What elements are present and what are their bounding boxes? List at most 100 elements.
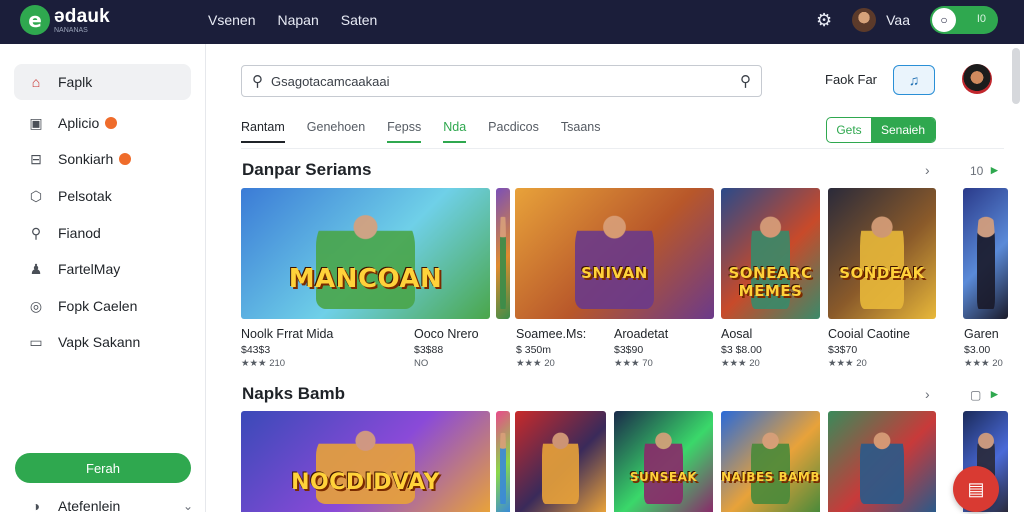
status-toggle[interactable]: ○ I0 <box>930 6 998 34</box>
page-indicator: 10 <box>970 164 984 178</box>
segment-right[interactable]: Senaieh <box>871 118 935 142</box>
search-input[interactable] <box>271 73 740 89</box>
game-title: Soamee.Ms: <box>516 327 587 341</box>
game-artwork[interactable] <box>963 188 1008 319</box>
game-card[interactable]: MANCOAN <box>241 188 490 319</box>
sidebar-item[interactable]: ▭ Vapk Sakann <box>14 324 191 360</box>
sidebar: ⌂ Faplk ▣ Aplicio ⊟ Sonkiarh ⬡ Pelsotak … <box>0 44 206 514</box>
top-right: ⚙ Vaa ○ I0 <box>816 6 998 34</box>
game-artwork[interactable] <box>515 411 606 512</box>
sidebar-primary-button[interactable]: Ferah <box>15 453 191 483</box>
game-card[interactable]: SNIVAN <box>515 188 714 319</box>
divider <box>241 148 1004 149</box>
user-name[interactable]: Vaa <box>886 12 910 28</box>
game-artwork[interactable]: SUNSEAK <box>614 411 713 512</box>
chevron-right-icon[interactable]: › <box>925 162 930 178</box>
game-artwork[interactable]: SONDEAK <box>828 188 936 319</box>
tab[interactable]: Fepss <box>387 120 422 143</box>
sidebar-item-label: Pelsotak <box>58 188 112 204</box>
game-artwork[interactable]: SONEARC MEMES <box>721 188 820 319</box>
game-artwork[interactable]: SNIVAN <box>515 188 714 319</box>
game-card-info[interactable]: Cooial Caotine $3$70 ★★★ 20 <box>828 319 936 369</box>
brand-title: ədauk <box>54 5 110 27</box>
sidebar-item[interactable]: ◎ Fopk Caelen <box>14 288 191 324</box>
sidebar-item[interactable]: ⌂ Faplk <box>14 64 191 100</box>
top-nav: Vsenen Napan Saten <box>208 12 377 28</box>
game-rating: ★★★ 20 <box>964 358 1003 369</box>
header-link[interactable]: Faok Far <box>825 72 877 87</box>
game-card-info[interactable]: Soamee.Ms: $ 350m ★★★ 20 <box>516 319 606 369</box>
game-card[interactable]: SUNSEAK <box>614 411 713 512</box>
sidebar-item[interactable]: ♟ FartelMay <box>14 251 191 287</box>
window-icon: ▭ <box>29 333 43 350</box>
top-nav-item[interactable]: Napan <box>277 12 318 28</box>
notification-bell-button[interactable]: ♫ <box>893 65 935 95</box>
chevron-right-icon[interactable]: › <box>925 386 930 402</box>
game-card-info[interactable]: Aosal $3 $8.00 ★★★ 20 <box>721 319 811 369</box>
tab[interactable]: Pacdicos <box>488 120 539 143</box>
game-title: Garen <box>964 327 999 341</box>
section-title: Napks Bamb <box>242 384 345 403</box>
top-bar: e ədauk NANANAS Vsenen Napan Saten ⚙ Vaa… <box>0 0 1024 44</box>
game-card-info[interactable]: Garen $3.00 ★★★ 20 <box>964 319 1009 369</box>
game-artwork[interactable]: NOCDIDVAY <box>241 411 490 512</box>
game-artwork[interactable] <box>496 411 510 512</box>
character-figure <box>500 203 506 309</box>
top-nav-item[interactable]: Vsenen <box>208 12 255 28</box>
game-card[interactable]: SONDEAK <box>828 188 936 319</box>
game-card[interactable]: NAIBES BAMB <box>721 411 820 512</box>
game-artwork[interactable] <box>828 411 936 512</box>
gear-icon[interactable]: ⚙ <box>816 10 832 31</box>
character-figure <box>643 423 684 504</box>
game-card-info[interactable]: Aroadetat $3$90 ★★★ 70 <box>614 319 704 369</box>
search-submit-icon[interactable]: ⚲ <box>740 72 751 90</box>
game-artwork[interactable] <box>496 188 510 319</box>
sidebar-item[interactable]: ▣ Aplicio <box>14 105 191 141</box>
segment-left[interactable]: Gets <box>827 118 871 142</box>
chevron-down-icon: ⌄ <box>182 499 193 513</box>
top-nav-item[interactable]: Saten <box>341 12 378 28</box>
search-icon: ⚲ <box>252 73 263 90</box>
game-rating: ★★★ 210 <box>241 358 286 369</box>
game-logo-text: NAIBES BAMB <box>721 469 820 484</box>
search-bar: ⚲ ⚲ <box>241 65 762 97</box>
next-arrow-icon[interactable]: ▸ <box>991 386 998 402</box>
game-logo-text: SONEARC MEMES <box>728 263 813 300</box>
tab[interactable]: Tsaans <box>561 120 601 143</box>
sidebar-item[interactable]: ⚲ Fianod <box>14 215 191 251</box>
game-card[interactable] <box>496 188 510 319</box>
game-card[interactable] <box>963 188 1008 319</box>
tab[interactable]: Nda <box>443 120 466 143</box>
grid-icon[interactable]: ▢ <box>970 388 981 402</box>
game-card[interactable] <box>496 411 510 512</box>
game-price: $43$3 <box>241 344 271 356</box>
sidebar-item[interactable]: ⬡ Pelsotak <box>14 178 191 214</box>
avatar[interactable] <box>852 8 877 32</box>
game-artwork[interactable]: MANCOAN <box>241 188 490 319</box>
game-card-info[interactable]: Noolk Frrat Mida $43$3 ★★★ 210 <box>241 319 411 369</box>
game-card[interactable]: SONEARC MEMES <box>721 188 820 319</box>
logo[interactable]: e ədauk NANANAS <box>20 5 110 35</box>
sidebar-item-label: Fopk Caelen <box>58 298 138 314</box>
search-icon: ⚲ <box>30 224 42 241</box>
scrollbar[interactable] <box>1012 48 1020 104</box>
tab[interactable]: Genehoen <box>307 120 365 143</box>
game-card[interactable] <box>828 411 936 512</box>
character-figure <box>542 423 579 504</box>
game-card[interactable] <box>515 411 606 512</box>
tab[interactable]: Rantam <box>241 120 285 143</box>
game-card-info[interactable]: Ooco Nrero $3$88 NO <box>414 319 494 369</box>
sidebar-item[interactable]: ⊟ Sonkiarh <box>14 141 191 177</box>
brand-subtitle: NANANAS <box>54 26 88 34</box>
game-rating: ★★★ 20 <box>828 358 867 369</box>
game-rating: NO <box>414 358 429 369</box>
next-arrow-icon[interactable]: ▸ <box>991 162 998 178</box>
game-card[interactable]: NOCDIDVAY <box>241 411 490 512</box>
game-rating: ★★★ 20 <box>721 358 760 369</box>
sidebar-item-label: FartelMay <box>58 261 121 277</box>
cart-button[interactable]: ▤ <box>953 466 999 512</box>
game-logo-text: SNIVAN <box>581 263 648 282</box>
avatar[interactable] <box>962 64 992 94</box>
game-artwork[interactable]: NAIBES BAMB <box>721 411 820 512</box>
section-title: Danpar Seriams <box>242 160 372 179</box>
